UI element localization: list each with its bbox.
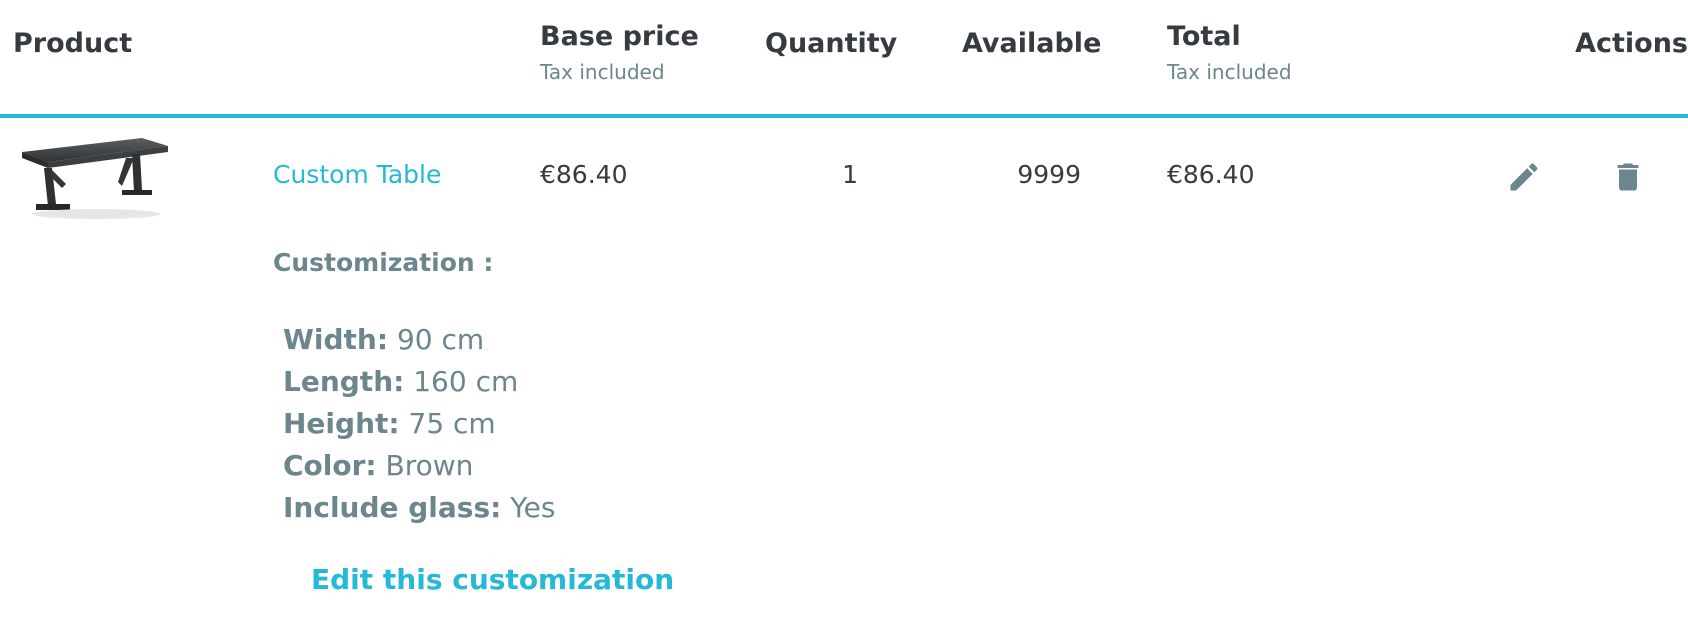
header-actions-label: Actions (1575, 28, 1688, 59)
product-thumbnail (22, 138, 168, 219)
header-quantity: Quantity (765, 27, 897, 61)
customization-value: 90 cm (396, 323, 485, 356)
table-header: Product Base price Tax included Quantity… (0, 0, 1688, 118)
customization-item: Height: 75 cm (283, 403, 555, 445)
customization-list: Width: 90 cm Length: 160 cm Height: 75 c… (283, 319, 555, 529)
header-available-label: Available (962, 28, 1102, 59)
delete-button[interactable] (1608, 157, 1648, 197)
product-name-link[interactable]: Custom Table (273, 159, 441, 191)
header-actions: Actions (1575, 27, 1688, 61)
header-total-sub: Tax included (1167, 60, 1292, 84)
customization-item: Width: 90 cm (283, 319, 555, 361)
total-price-value: €86.40 (1167, 160, 1255, 189)
header-base-price-label: Base price (540, 21, 699, 52)
customization-label: Include glass: (283, 491, 502, 524)
base-price-value: €86.40 (540, 160, 628, 189)
customization-label: Width: (283, 323, 389, 356)
customization-item: Length: 160 cm (283, 361, 555, 403)
customization-label: Color: (283, 449, 377, 482)
customization-label: Height: (283, 407, 400, 440)
header-total-label: Total (1167, 21, 1241, 52)
header-product-label: Product (13, 28, 133, 59)
customization-item: Color: Brown (283, 445, 555, 487)
available-value: 9999 (1017, 160, 1081, 189)
customization-value: Yes (510, 491, 556, 524)
header-available: Available (962, 27, 1101, 61)
customization-item: Include glass: Yes (283, 487, 555, 529)
customization-value: 160 cm (413, 365, 519, 398)
header-quantity-label: Quantity (765, 28, 898, 59)
customization-value: 75 cm (408, 407, 496, 440)
header-product: Product (13, 27, 132, 61)
header-base-price-sub: Tax included (540, 60, 665, 84)
customization-value: Brown (385, 449, 474, 482)
quantity-value: 1 (842, 160, 858, 189)
trash-icon (1617, 163, 1639, 191)
pencil-icon (1510, 163, 1538, 191)
customization-title: Customization : (273, 248, 494, 277)
header-total: Total Tax included (1167, 20, 1292, 84)
header-base-price: Base price Tax included (540, 20, 699, 84)
edit-customization-link[interactable]: Edit this customization (311, 563, 674, 596)
customization-label: Length: (283, 365, 405, 398)
edit-button[interactable] (1504, 157, 1544, 197)
